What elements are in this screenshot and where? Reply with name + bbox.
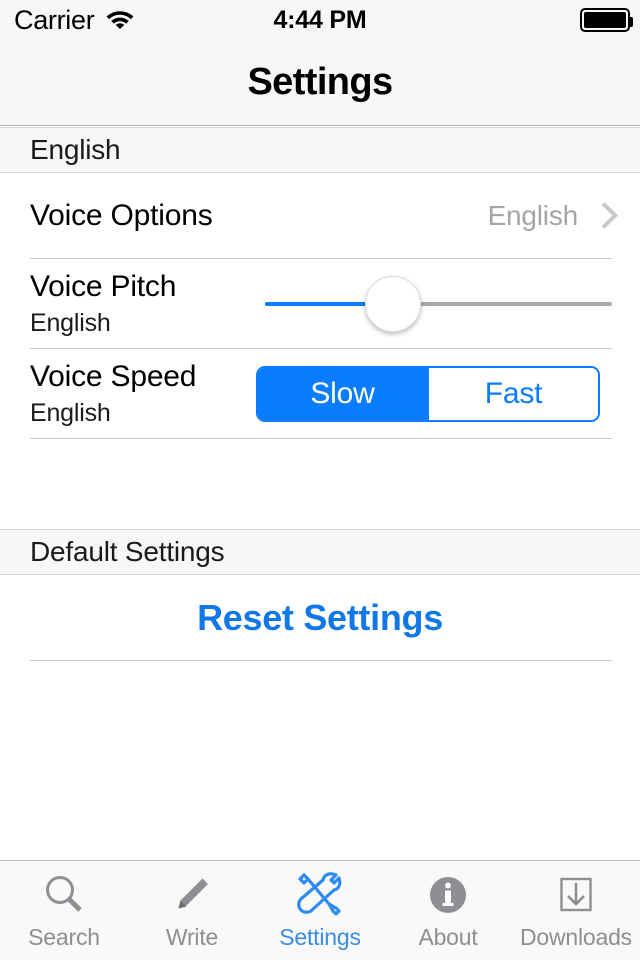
section-header-label: Default Settings — [30, 536, 225, 567]
row-title: Voice Pitch — [30, 270, 177, 303]
settings-list: English Voice Options English Voice Pitc… — [0, 127, 640, 860]
status-bar-right — [580, 8, 633, 32]
tab-label: Settings — [279, 924, 361, 950]
info-circle-icon — [425, 870, 471, 920]
tab-bar: Search Write Settings About Downloads — [0, 860, 640, 960]
battery-nub — [629, 17, 633, 27]
row-title: Voice Options — [30, 199, 213, 232]
row-voice-speed: Voice Speed English Slow Fast — [0, 349, 640, 439]
row-label-stack: Voice Pitch English — [30, 270, 176, 338]
tab-label: Search — [28, 924, 100, 950]
tab-settings[interactable]: Settings — [256, 861, 384, 960]
tab-label: About — [418, 924, 478, 950]
page-title: Settings — [247, 61, 393, 103]
tab-label: Downloads — [520, 924, 632, 950]
row-voice-options[interactable]: Voice Options English — [0, 173, 640, 259]
reset-settings-label: Reset Settings — [197, 597, 443, 638]
magnifier-icon — [41, 870, 87, 920]
reset-settings-button[interactable]: Reset Settings — [0, 575, 640, 661]
section-header-english: English — [0, 127, 640, 173]
tab-search[interactable]: Search — [0, 861, 128, 960]
row-title: Voice Speed — [30, 360, 197, 393]
row-subtitle: English — [30, 309, 111, 337]
status-bar-clock: 4:44 PM — [273, 5, 367, 34]
tools-icon — [295, 870, 345, 920]
battery-full-icon — [580, 8, 633, 32]
slider-thumb[interactable] — [365, 276, 422, 332]
tab-about[interactable]: About — [384, 861, 512, 960]
status-bar: Carrier 4:44 PM — [0, 0, 640, 40]
segment-fast[interactable]: Fast — [427, 368, 598, 420]
row-value: English — [487, 200, 579, 231]
settings-group-english: Voice Options English Voice Pitch Englis… — [0, 173, 640, 439]
tab-label: Write — [165, 924, 219, 950]
section-header-default-settings: Default Settings — [0, 529, 640, 575]
segment-slow[interactable]: Slow — [258, 368, 427, 420]
download-box-icon — [553, 870, 599, 920]
battery-level-fill — [584, 12, 626, 28]
tab-write[interactable]: Write — [128, 861, 256, 960]
chevron-right-icon — [594, 202, 610, 230]
app-screen: Carrier 4:44 PM Settings English Voice O… — [0, 0, 640, 960]
settings-group-default: Reset Settings — [0, 575, 640, 661]
tab-downloads[interactable]: Downloads — [512, 861, 640, 960]
row-voice-pitch: Voice Pitch English — [0, 259, 640, 349]
row-subtitle: English — [30, 399, 111, 427]
voice-pitch-slider[interactable] — [265, 274, 612, 334]
section-gap — [0, 439, 640, 529]
navigation-bar: Settings — [0, 40, 640, 126]
row-label-stack: Voice Speed English — [30, 360, 196, 428]
section-header-label: English — [30, 134, 121, 165]
voice-speed-segmented-control[interactable]: Slow Fast — [256, 366, 600, 422]
pencil-icon — [169, 870, 215, 920]
